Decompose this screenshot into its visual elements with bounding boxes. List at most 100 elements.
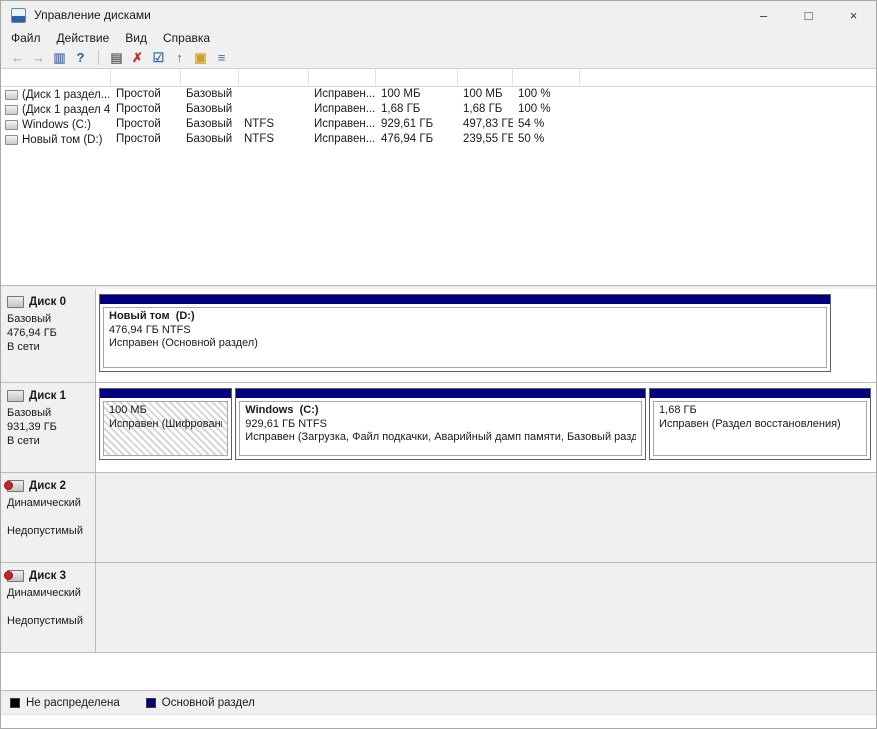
- disk-size: [7, 510, 91, 524]
- back-icon[interactable]: ←: [7, 49, 28, 67]
- window-title: Управление дисками: [34, 8, 151, 22]
- table-row[interactable]: (Диск 1 раздел... Простой Базовый Исправ…: [1, 87, 876, 102]
- minimize-button[interactable]: –: [741, 1, 786, 29]
- partition-text-line: 100 МБ: [109, 404, 222, 418]
- disk-row: Диск 2 Динамический Недопустимый: [1, 473, 876, 563]
- table-row[interactable]: Windows (C:) Простой Базовый NTFS Исправ…: [1, 117, 876, 132]
- disk-error-icon: [4, 571, 13, 580]
- column-header[interactable]: [181, 69, 239, 86]
- disk-info[interactable]: Диск 1 Базовый 931,39 ГБ В сети: [1, 383, 96, 472]
- cell-type: Базовый: [181, 102, 239, 117]
- close-button[interactable]: ×: [831, 1, 876, 29]
- column-header[interactable]: [309, 69, 376, 86]
- partition-band: [650, 389, 870, 398]
- disk-size: 476,94 ГБ: [7, 326, 91, 340]
- column-header[interactable]: [1, 69, 111, 86]
- partition[interactable]: 100 МБИсправен (Шифрованный: [99, 388, 232, 460]
- cell-free-pct: 100 %: [513, 87, 580, 102]
- view-list-icon[interactable]: ≡: [211, 49, 232, 67]
- change-drive-letter-icon[interactable]: ▣: [190, 49, 211, 67]
- cell-free-pct: 100 %: [513, 102, 580, 117]
- partition-area: [96, 563, 876, 652]
- cell-status: Исправен...: [309, 102, 376, 117]
- cell-free: 100 МБ: [458, 87, 513, 102]
- disk-management-window: Управление дисками – □ × ФайлДействиеВид…: [0, 0, 877, 729]
- volume-icon: [5, 90, 18, 100]
- partition[interactable]: 1,68 ГБИсправен (Раздел восстановления): [649, 388, 871, 460]
- column-header[interactable]: [513, 69, 580, 86]
- status-strip: [1, 714, 876, 728]
- extend-volume-icon[interactable]: ↑: [169, 49, 190, 67]
- disk-name-row: Диск 2: [7, 480, 91, 492]
- partition-area: [96, 473, 876, 562]
- cell-layout: Простой: [111, 132, 181, 147]
- cell-capacity: 1,68 ГБ: [376, 102, 458, 117]
- cell-type: Базовый: [181, 117, 239, 132]
- disk-graph: Диск 0 Базовый 476,94 ГБ В сети Новый то…: [1, 289, 876, 690]
- cell-status: Исправен...: [309, 132, 376, 147]
- partition-text-line: Исправен (Основной раздел): [109, 337, 821, 351]
- forward-icon[interactable]: →: [28, 49, 49, 67]
- cell-type: Базовый: [181, 132, 239, 147]
- table-row[interactable]: Новый том (D:) Простой Базовый NTFS Испр…: [1, 132, 876, 147]
- cell-free: 1,68 ГБ: [458, 102, 513, 117]
- disk-info[interactable]: Диск 3 Динамический Недопустимый: [1, 563, 96, 652]
- disk-kind: Базовый: [7, 312, 91, 326]
- volume-name: (Диск 1 раздел 4): [22, 104, 111, 116]
- properties-dialog-icon[interactable]: ▤: [106, 49, 127, 67]
- cell-capacity: 100 МБ: [376, 87, 458, 102]
- partition-lines: Windows (C:)929,61 ГБ NTFSИсправен (Загр…: [239, 401, 642, 456]
- menu-item[interactable]: Файл: [3, 30, 49, 46]
- column-header[interactable]: [376, 69, 458, 86]
- toolbar-separator: [98, 50, 99, 65]
- disk-kind: Динамический: [7, 586, 91, 600]
- disk-icon: [7, 570, 24, 582]
- cell-capacity: 929,61 ГБ: [376, 117, 458, 132]
- partition-text-line: Исправен (Шифрованный: [109, 418, 222, 432]
- help-icon[interactable]: ?: [70, 49, 91, 67]
- column-header[interactable]: [111, 69, 181, 86]
- menu-item[interactable]: Вид: [117, 30, 155, 46]
- disk-icon: [7, 390, 24, 402]
- cell-filesystem: [239, 102, 309, 117]
- cell-type: Базовый: [181, 87, 239, 102]
- partition[interactable]: Новый том (D:)476,94 ГБ NTFSИсправен (Ос…: [99, 294, 831, 372]
- disk-name: Диск 3: [29, 570, 66, 582]
- table-row[interactable]: (Диск 1 раздел 4) Простой Базовый Исправ…: [1, 102, 876, 117]
- disk-row: Диск 3 Динамический Недопустимый: [1, 563, 876, 653]
- partition-lines: 100 МБИсправен (Шифрованный: [103, 401, 228, 456]
- column-header[interactable]: [458, 69, 513, 86]
- check-disk-icon[interactable]: ☑: [148, 49, 169, 67]
- title-bar[interactable]: Управление дисками – □ ×: [1, 1, 876, 29]
- disk-size: 931,39 ГБ: [7, 420, 91, 434]
- delete-volume-icon[interactable]: ✗: [127, 49, 148, 67]
- cell-volume: (Диск 1 раздел 4): [1, 102, 111, 117]
- partition-band: [236, 389, 645, 398]
- menu-item[interactable]: Справка: [155, 30, 218, 46]
- cell-status: Исправен...: [309, 117, 376, 132]
- partition-lines: Новый том (D:)476,94 ГБ NTFSИсправен (Ос…: [103, 307, 827, 368]
- column-header[interactable]: [239, 69, 309, 86]
- disk-name-row: Диск 1: [7, 390, 91, 402]
- legend-swatch: [10, 698, 20, 708]
- volume-name: Windows (C:): [22, 119, 91, 131]
- app-icon: [11, 8, 26, 23]
- window-controls: – □ ×: [741, 1, 876, 29]
- volume-name: (Диск 1 раздел...: [22, 89, 110, 101]
- partition-text-line: Исправен (Раздел восстановления): [659, 418, 861, 432]
- cell-layout: Простой: [111, 102, 181, 117]
- cell-volume: (Диск 1 раздел...: [1, 87, 111, 102]
- disk-info[interactable]: Диск 2 Динамический Недопустимый: [1, 473, 96, 562]
- partition[interactable]: Windows (C:)929,61 ГБ NTFSИсправен (Загр…: [235, 388, 646, 460]
- disk-status: В сети: [7, 340, 91, 354]
- disk-info[interactable]: Диск 0 Базовый 476,94 ГБ В сети: [1, 289, 96, 382]
- disk-icon: [7, 296, 24, 308]
- partition-area: 100 МБИсправен (Шифрованный Windows (C:)…: [96, 383, 876, 472]
- menu-item[interactable]: Действие: [49, 30, 118, 46]
- volume-icon: [5, 105, 18, 115]
- maximize-button[interactable]: □: [786, 1, 831, 29]
- partition-band: [100, 389, 231, 398]
- volume-table-body: (Диск 1 раздел... Простой Базовый Исправ…: [1, 87, 876, 147]
- console-tree-icon[interactable]: ▥: [49, 49, 70, 67]
- toolbar-group-1: ←→▥?: [7, 49, 91, 67]
